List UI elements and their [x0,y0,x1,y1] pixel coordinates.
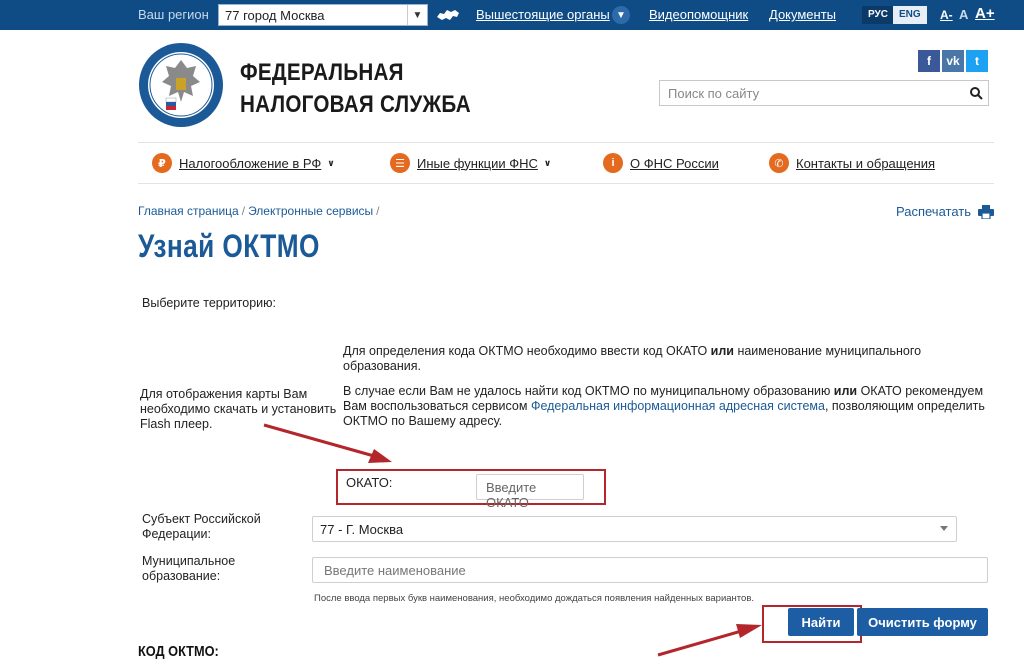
nav-item-label: Налогообложение в РФ [179,155,322,171]
fias-link[interactable]: Федеральная информационная адресная сист… [531,399,825,413]
rub-icon: ₽ [152,153,172,173]
brand-line-1: ФЕДЕРАЛЬНАЯ [240,59,404,86]
brand-line-2: НАЛОГОВАЯ СЛУЖБА [240,91,471,118]
phone-icon: ✆ [769,153,789,173]
menu-icon: ☰ [390,153,410,173]
link-video-help[interactable]: Видеопомощник [649,7,748,22]
nav-item-label: Иные функции ФНС [417,155,538,171]
info-text: Вам воспользоваться сервисом [343,399,531,413]
font-normal-button[interactable]: A [959,7,968,22]
facebook-icon[interactable]: f [918,50,940,72]
nav-item-contacts[interactable]: ✆ Контакты и обращения [769,143,935,183]
nav-item-label: Контакты и обращения [796,155,936,171]
fns-emblem-logo[interactable] [138,42,224,128]
search-input[interactable]: Поиск по сайту [659,80,989,106]
link-documents[interactable]: Документы [769,7,836,22]
info-text: , позволяющим определить [824,399,985,413]
choose-territory-label: Выберите территорию: [142,296,276,310]
nav-item-about[interactable]: i О ФНС России [603,143,719,183]
font-increase-button[interactable]: A+ [975,5,995,22]
chevron-down-icon: ∨ [543,157,552,168]
twitter-icon[interactable]: t [966,50,988,72]
breadcrumb-separator: / [376,204,380,218]
info-text: образования. [343,359,421,373]
page-title: Узнай ОКТМО [138,228,320,264]
okato-label: ОКАТО: [346,475,393,490]
find-button[interactable]: Найти [788,608,854,636]
info-text: ОКТМО по Вашему адресу. [343,414,503,428]
font-decrease-button[interactable]: A- [940,8,953,22]
municipal-label: Муниципальное образование: [142,554,235,584]
info-text: наименование муниципального [733,344,922,358]
nav-item-other-functions[interactable]: ☰ Иные функции ФНС ∨ [390,143,551,183]
okato-input[interactable]: Введите ОКАТО [476,474,584,510]
link-higher-authorities[interactable]: Вышестоящие органы [476,7,610,22]
flash-notice-line: Для отображения карты Вам [140,387,308,401]
info-paragraph-2: В случае если Вам не удалось найти код О… [343,384,993,429]
subject-label-line: Федерации: [142,527,211,541]
info-text: В случае если Вам не удалось найти код О… [343,384,834,398]
subject-label-line: Субъект Российской [142,512,261,526]
info-paragraph-1: Для определения кода ОКТМО необходимо вв… [343,344,963,374]
russia-map-icon[interactable] [436,8,460,22]
breadcrumb-e-services[interactable]: Электронные сервисы [248,204,373,218]
dropdown-arrow-icon [940,526,948,531]
chevron-down-icon: ∨ [327,157,335,168]
info-bold: или [833,384,858,398]
search-placeholder: Поиск по сайту [668,86,760,101]
flash-notice: Для отображения карты Вам необходимо ска… [140,387,336,432]
brand-title: ФЕДЕРАЛЬНАЯ НАЛОГОВАЯ СЛУЖБА [240,57,471,121]
municipal-label-line: Муниципальное [142,554,236,568]
main-nav: ₽ Налогообложение в РФ ∨ ☰ Иные функции … [138,142,994,184]
flash-notice-line: необходимо скачать и установить [140,402,337,416]
print-label: Распечатать [896,204,972,219]
info-text: ОКАТО рекомендуем [857,384,984,398]
breadcrumb-home[interactable]: Главная страница [138,204,239,218]
info-text: Для определения кода ОКТМО необходимо вв… [343,344,711,358]
printer-icon [978,204,995,219]
annotation-arrow-find [657,624,762,657]
lang-en-button[interactable]: ENG [893,6,927,24]
info-icon: i [603,153,623,173]
chevron-down-icon[interactable]: ▼ [407,5,427,25]
subject-label: Субъект Российской Федерации: [142,512,261,542]
subject-value: 77 - Г. Москва [320,522,404,537]
subject-select[interactable]: 77 - Г. Москва [312,516,957,542]
region-select[interactable]: 77 город Москва ▼ [218,4,428,26]
lang-ru-button[interactable]: РУС [862,6,894,24]
print-link[interactable]: Распечатать [896,204,995,219]
nav-item-label: О ФНС России [630,155,719,171]
region-label: Ваш регион [138,7,209,22]
nav-item-taxation[interactable]: ₽ Налогообложение в РФ ∨ [152,143,335,183]
breadcrumb: Главная страница / Электронные сервисы / [138,204,383,218]
top-bar: Ваш регион 77 город Москва ▼ Вышестоящие… [0,0,1024,30]
vk-icon[interactable]: vk [942,50,964,72]
search-icon[interactable] [969,86,983,100]
clear-form-button[interactable]: Очистить форму [857,608,988,636]
info-bold: или [710,344,734,358]
region-value: 77 город Москва [225,8,325,23]
municipal-input[interactable]: Введите наименование [312,557,988,583]
oktmo-result-label: КОД ОКТМО: [138,643,219,660]
municipal-label-line: образование: [142,569,221,583]
flash-notice-line: Flash плеер. [140,417,213,431]
municipal-hint: После ввода первых букв наименования, не… [314,593,755,604]
chevron-down-icon[interactable]: ▼ [612,6,630,24]
breadcrumb-separator: / [241,204,246,218]
